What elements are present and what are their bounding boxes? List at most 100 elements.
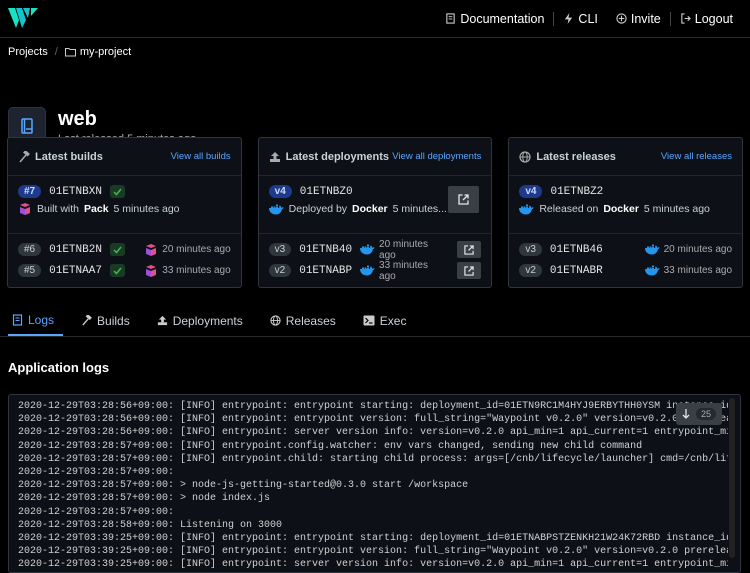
breadcrumb-projects[interactable]: Projects xyxy=(8,46,48,58)
deployment-meta-time: 5 minutes... xyxy=(392,203,447,215)
tab-exec[interactable]: Exec xyxy=(359,305,416,336)
pack-icon xyxy=(20,203,30,215)
latest-releases-card: Latest releases View all releases v4 01E… xyxy=(508,137,744,288)
logout-icon xyxy=(681,13,691,24)
tab-label: Deployments xyxy=(172,313,243,328)
view-all-builds-link[interactable]: View all builds xyxy=(171,151,231,162)
release-version-badge: v4 xyxy=(519,185,543,198)
log-line: 2020-12-29T03:28:57+09:00: xyxy=(18,506,175,518)
latest-build-row[interactable]: #7 01ETNBXN Built with Pack 5 minutes ag… xyxy=(8,176,241,234)
logout-label: Logout xyxy=(694,11,733,26)
build-meta-time: 5 minutes ago xyxy=(113,203,180,215)
release-version-badge: v2 xyxy=(519,264,542,277)
pack-icon xyxy=(146,243,157,256)
release-id: 01ETNB46 xyxy=(549,243,603,256)
terminal-icon xyxy=(363,315,375,326)
view-all-deployments-link[interactable]: View all deployments xyxy=(392,151,481,162)
deployment-time: 33 minutes ago xyxy=(379,259,428,282)
tab-deployments[interactable]: Deployments xyxy=(153,305,252,336)
document-icon xyxy=(446,13,456,24)
waypoint-logo[interactable] xyxy=(8,7,40,31)
external-link-icon xyxy=(464,265,475,276)
documentation-link[interactable]: Documentation xyxy=(436,12,553,26)
release-meta-prefix: Released on xyxy=(539,203,599,215)
build-number-badge: #6 xyxy=(18,243,42,256)
docker-icon xyxy=(644,265,660,276)
view-all-releases-link[interactable]: View all releases xyxy=(661,151,732,162)
release-row[interactable]: v3 01ETNB46 20 minutes ago xyxy=(519,239,732,260)
card-title: Latest builds xyxy=(35,150,103,163)
tab-logs[interactable]: Logs xyxy=(8,305,64,336)
deployment-time: 20 minutes ago xyxy=(379,238,428,261)
app-title: web xyxy=(58,107,97,130)
release-id: 01ETNBZ2 xyxy=(550,185,604,198)
globe-icon xyxy=(270,315,281,326)
build-row[interactable]: #6 01ETNB2N 20 minutes ago xyxy=(18,239,231,260)
cli-link[interactable]: CLI xyxy=(554,12,606,26)
log-line: 2020-12-29T03:28:57+09:00: xyxy=(18,466,175,478)
scroll-to-bottom-button[interactable]: 25 xyxy=(676,403,722,425)
breadcrumb-project-label: my-project xyxy=(79,46,132,58)
deployment-row[interactable]: v2 01ETNABP 33 minutes ago xyxy=(268,259,482,282)
docker-icon xyxy=(644,244,660,255)
app-tabs: Logs Builds Deployments Releases Exec xyxy=(0,305,750,337)
docker-icon xyxy=(360,265,375,276)
log-scrollbar[interactable] xyxy=(729,398,735,558)
cli-label: CLI xyxy=(578,11,598,26)
log-line: 2020-12-29T03:28:57+09:00: > node index.… xyxy=(18,493,271,505)
build-number-badge: #7 xyxy=(18,185,42,198)
success-check-icon xyxy=(109,185,125,198)
log-line: 2020-12-29T03:28:58+09:00: Listening on … xyxy=(18,519,283,531)
build-tool-name: Pack xyxy=(84,203,109,215)
invite-label: Invite xyxy=(630,11,661,26)
deployment-id: 01ETNABP xyxy=(299,264,353,277)
deployment-id: 01ETNBZ0 xyxy=(299,185,353,198)
arrow-down-icon xyxy=(682,409,690,419)
build-id: 01ETNB2N xyxy=(49,243,102,256)
build-row[interactable]: #5 01ETNAA7 33 minutes ago xyxy=(18,260,231,281)
log-line: 2020-12-29T03:39:25+09:00: [INFO] entryp… xyxy=(18,546,728,558)
folder-icon xyxy=(64,48,76,57)
tab-releases[interactable]: Releases xyxy=(266,305,345,336)
external-link-icon xyxy=(464,244,475,255)
summary-cards: Latest builds View all builds #7 01ETNBX… xyxy=(7,137,744,288)
build-time: 20 minutes ago xyxy=(162,244,231,255)
release-platform-name: Docker xyxy=(603,203,639,215)
open-deployment-button[interactable] xyxy=(448,186,480,213)
latest-release-row[interactable]: v4 01ETNBZ2 Released on Docker 5 minutes… xyxy=(509,176,743,234)
card-title: Latest deployments xyxy=(285,150,389,163)
deployment-version-badge: v4 xyxy=(268,185,292,198)
log-viewer[interactable]: 2020-12-29T03:28:56+09:00: [INFO] entryp… xyxy=(8,394,741,573)
latest-deployment-row[interactable]: v4 01ETNBZ0 Deployed by Docker 5 minutes… xyxy=(258,176,492,234)
tab-builds[interactable]: Builds xyxy=(77,305,139,336)
invite-link[interactable]: Invite xyxy=(607,12,670,26)
deployment-row[interactable]: v3 01ETNB40 20 minutes ago xyxy=(268,238,482,261)
release-row[interactable]: v2 01ETNABR 33 minutes ago xyxy=(519,260,732,281)
log-line: 2020-12-29T03:28:56+09:00: [INFO] entryp… xyxy=(18,414,728,426)
release-time: 33 minutes ago xyxy=(663,265,733,276)
external-link-icon xyxy=(458,194,469,205)
upload-icon xyxy=(269,151,280,162)
deployment-meta-prefix: Deployed by xyxy=(288,203,348,215)
docker-icon xyxy=(268,204,284,214)
deployment-id: 01ETNB40 xyxy=(299,243,353,256)
open-deployment-button[interactable] xyxy=(457,262,482,279)
tab-label: Logs xyxy=(28,312,55,327)
build-id: 01ETNAA7 xyxy=(49,264,102,277)
breadcrumb: Projects / my-project xyxy=(0,38,750,66)
success-check-icon xyxy=(109,243,125,256)
logs-heading: Application logs xyxy=(8,360,110,375)
latest-builds-card: Latest builds View all builds #7 01ETNBX… xyxy=(7,137,242,288)
build-time: 33 minutes ago xyxy=(162,265,231,276)
docker-icon xyxy=(519,204,534,214)
docker-icon xyxy=(360,244,375,255)
tab-label: Releases xyxy=(285,313,336,328)
breadcrumb-separator: / xyxy=(54,46,58,58)
logout-link[interactable]: Logout xyxy=(671,12,742,26)
globe-icon xyxy=(519,150,531,163)
log-line: 2020-12-29T03:39:25+09:00: [INFO] entryp… xyxy=(18,559,728,571)
breadcrumb-project[interactable]: my-project xyxy=(64,46,132,58)
book-icon xyxy=(21,118,33,134)
release-version-badge: v3 xyxy=(519,243,542,256)
open-deployment-button[interactable] xyxy=(457,241,482,258)
